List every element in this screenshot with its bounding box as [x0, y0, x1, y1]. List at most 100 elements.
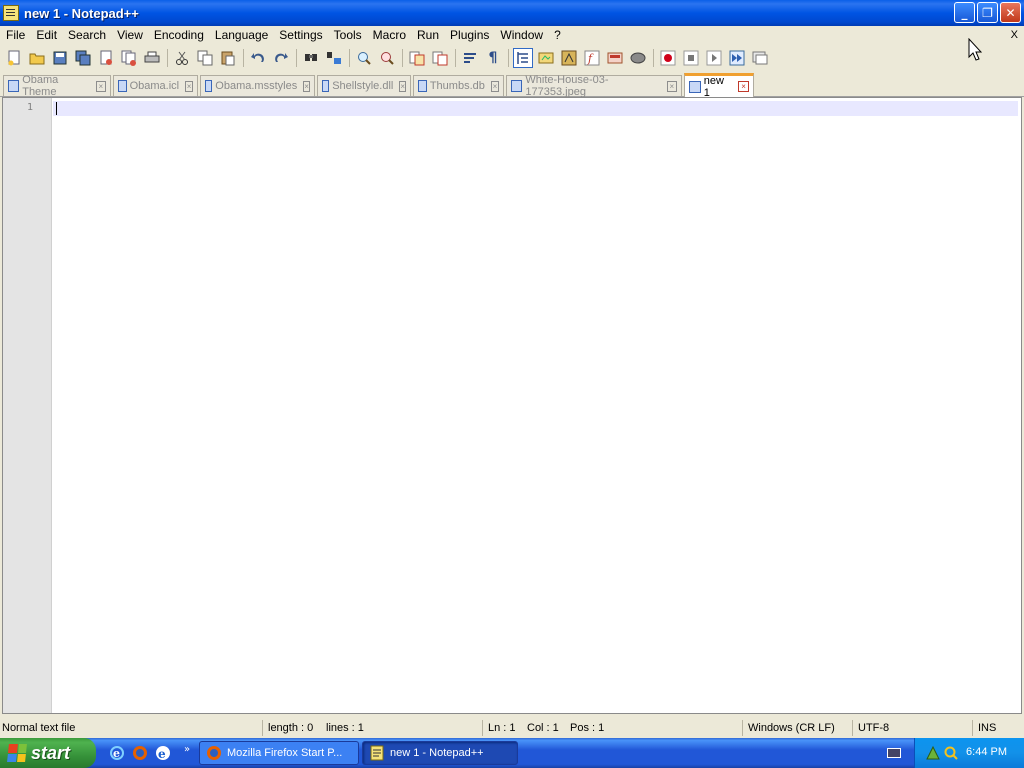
taskbar-button-label: new 1 - Notepad++: [390, 747, 484, 759]
editor-content[interactable]: [57, 102, 1017, 709]
menu-search[interactable]: Search: [62, 26, 111, 44]
paste-icon[interactable]: [218, 48, 238, 68]
close-icon[interactable]: [96, 48, 116, 68]
show-all-chars-icon[interactable]: ¶: [483, 48, 503, 68]
taskbar-button-notepadpp[interactable]: new 1 - Notepad++: [362, 741, 518, 765]
zoom-out-icon[interactable]: [377, 48, 397, 68]
tab-label: Obama.icl: [129, 80, 180, 92]
quicklaunch-expand-icon[interactable]: »: [178, 740, 196, 758]
close-document-button[interactable]: X: [1011, 26, 1018, 44]
ie-quicklaunch-icon[interactable]: e: [154, 744, 172, 762]
new-file-icon[interactable]: [4, 48, 24, 68]
tab-white-house-jpeg[interactable]: White-House-03-177353.jpeg ×: [506, 74, 682, 98]
folder-workspace-icon[interactable]: [605, 48, 625, 68]
tab-new-1[interactable]: new 1 ×: [684, 73, 754, 99]
word-wrap-icon[interactable]: [460, 48, 480, 68]
document-icon: [205, 80, 213, 92]
save-all-icon[interactable]: [73, 48, 93, 68]
save-macro-icon[interactable]: [750, 48, 770, 68]
function-list-icon[interactable]: f: [582, 48, 602, 68]
toolbar-separator: [402, 48, 403, 67]
menu-help[interactable]: ?: [548, 26, 566, 44]
menu-view[interactable]: View: [111, 26, 148, 44]
title-bar[interactable]: new 1 - Notepad++ _ ❐ ✕: [0, 0, 1024, 26]
tab-close-icon[interactable]: ×: [303, 80, 310, 92]
open-file-icon[interactable]: [27, 48, 47, 68]
tab-label: Obama Theme: [22, 74, 59, 98]
status-divider: [482, 720, 483, 736]
tab-thumbs-db[interactable]: Thumbs.db ×: [413, 75, 504, 96]
menu-language[interactable]: Language: [209, 26, 273, 44]
document-icon: [418, 80, 427, 92]
firefox-icon[interactable]: [131, 744, 149, 762]
status-pos: Pos : 1: [570, 722, 605, 734]
restore-button[interactable]: ❐: [977, 2, 998, 23]
status-divider: [742, 720, 743, 736]
line-number-gutter[interactable]: 1: [3, 98, 52, 713]
search-tray-icon[interactable]: [943, 745, 959, 764]
window-controls: _ ❐ ✕: [954, 2, 1021, 23]
save-icon[interactable]: [50, 48, 70, 68]
run-macro-multiple-icon[interactable]: [727, 48, 747, 68]
menu-plugins[interactable]: Plugins: [444, 26, 494, 44]
notepadpp-app-icon[interactable]: [3, 5, 19, 21]
menu-tools[interactable]: Tools: [328, 26, 367, 44]
windows-taskbar: start e e » Mozilla Firefox Start P... n…: [0, 738, 1024, 768]
menu-edit[interactable]: Edit: [30, 26, 62, 44]
start-button[interactable]: start: [0, 738, 96, 768]
tab-close-icon[interactable]: ×: [95, 80, 106, 92]
internet-explorer-icon[interactable]: e: [108, 744, 126, 762]
status-lines: lines : 1: [326, 722, 364, 734]
tab-close-icon[interactable]: ×: [666, 80, 678, 92]
text-editor[interactable]: 1: [2, 97, 1022, 714]
document-icon: [511, 80, 523, 92]
copy-icon[interactable]: [195, 48, 215, 68]
tray-clock[interactable]: 6:44 PM: [966, 746, 1007, 758]
doc-map-icon[interactable]: [559, 48, 579, 68]
close-button[interactable]: ✕: [1000, 2, 1021, 23]
tab-close-icon[interactable]: ×: [185, 80, 193, 92]
sync-horizontal-icon[interactable]: [430, 48, 450, 68]
replace-icon[interactable]: [324, 48, 344, 68]
play-macro-icon[interactable]: [704, 48, 724, 68]
undo-icon[interactable]: [248, 48, 268, 68]
stop-macro-icon[interactable]: [681, 48, 701, 68]
menu-run[interactable]: Run: [411, 26, 444, 44]
tab-obama-theme[interactable]: Obama Theme ×: [3, 74, 111, 98]
status-encoding: UTF-8: [858, 722, 890, 734]
menu-file[interactable]: File: [0, 26, 30, 44]
network-tray-icon[interactable]: [925, 745, 941, 764]
status-eol: Windows (CR LF): [748, 722, 835, 734]
tab-close-icon[interactable]: ×: [490, 80, 499, 92]
menu-window[interactable]: Window: [494, 26, 548, 44]
status-col: Col : 1: [527, 722, 559, 734]
find-icon[interactable]: [301, 48, 321, 68]
toolbar-separator: [296, 48, 297, 67]
taskbar-button-firefox[interactable]: Mozilla Firefox Start P...: [199, 741, 359, 765]
zoom-in-icon[interactable]: [354, 48, 374, 68]
monitor-icon[interactable]: [628, 48, 648, 68]
menu-settings[interactable]: Settings: [273, 26, 327, 44]
minimize-button[interactable]: _: [954, 2, 975, 23]
cut-icon[interactable]: [172, 48, 192, 68]
tab-close-icon[interactable]: ×: [738, 81, 749, 92]
close-all-icon[interactable]: [119, 48, 139, 68]
menu-encoding[interactable]: Encoding: [148, 26, 209, 44]
print-icon[interactable]: [142, 48, 162, 68]
sync-vertical-icon[interactable]: [407, 48, 427, 68]
indent-guide-icon[interactable]: [513, 47, 533, 68]
menu-macro[interactable]: Macro: [367, 26, 411, 44]
status-file-type: Normal text file: [2, 722, 76, 734]
document-icon: [8, 80, 20, 92]
record-macro-icon[interactable]: [658, 48, 678, 68]
status-line: Ln : 1: [488, 722, 516, 734]
system-tray: 6:44 PM: [914, 738, 1024, 768]
tab-close-icon[interactable]: ×: [399, 80, 406, 92]
tab-shellstyle-dll[interactable]: Shellstyle.dll ×: [317, 75, 411, 96]
redo-icon[interactable]: [271, 48, 291, 68]
keyboard-language-icon[interactable]: [887, 748, 901, 758]
document-icon: [689, 80, 701, 93]
tab-obama-icl[interactable]: Obama.icl ×: [113, 75, 198, 96]
tab-obama-msstyles[interactable]: Obama.msstyles ×: [200, 75, 315, 96]
user-lang-icon[interactable]: [536, 48, 556, 68]
